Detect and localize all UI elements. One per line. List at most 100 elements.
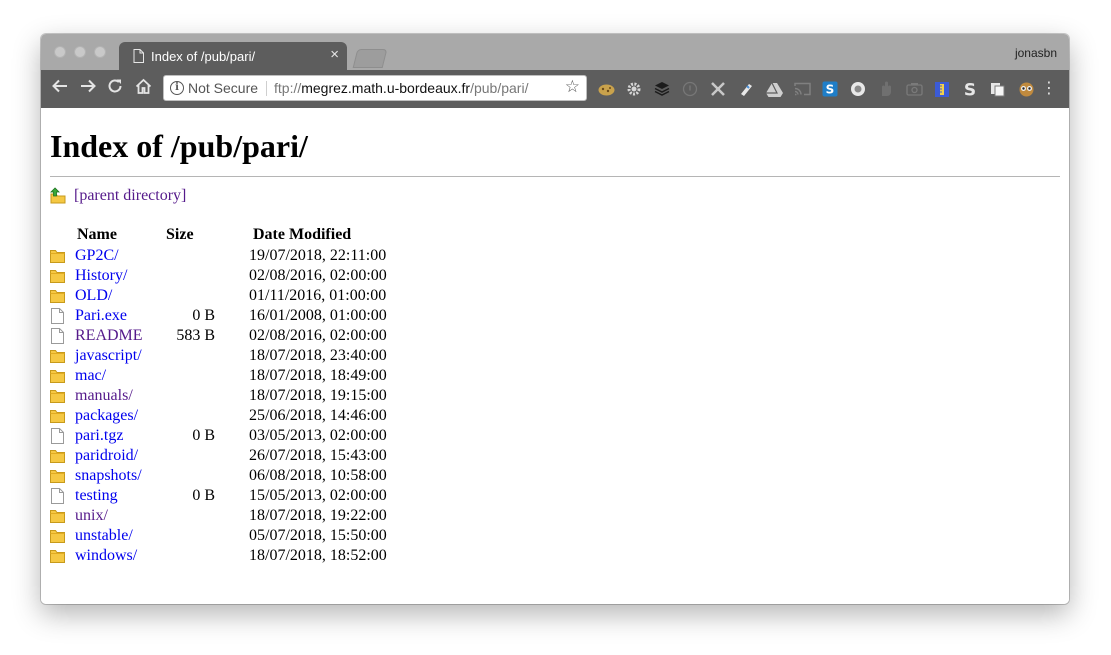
new-tab-button[interactable] bbox=[352, 49, 388, 68]
table-row: snapshots/06/08/2018, 10:58:00 bbox=[41, 466, 641, 486]
close-window-button[interactable] bbox=[54, 46, 66, 58]
folder-icon[interactable] bbox=[50, 508, 65, 528]
bookmark-star-icon[interactable]: ☆ bbox=[565, 77, 580, 97]
url-text[interactable]: ftp://megrez.math.u-bordeaux.fr/pub/pari… bbox=[274, 80, 528, 96]
entry-date: 18/07/2018, 18:52:00 bbox=[249, 547, 387, 564]
tab-close-icon[interactable]: × bbox=[330, 46, 339, 63]
table-row: paridroid/26/07/2018, 15:43:00 bbox=[41, 446, 641, 466]
camera-icon[interactable] bbox=[905, 80, 923, 98]
zoom-window-button[interactable] bbox=[94, 46, 106, 58]
entry-name-link[interactable]: snapshots/ bbox=[75, 467, 142, 485]
browser-toolbar: i Not Secure ftp://megrez.math.u-bordeau… bbox=[41, 70, 1069, 108]
table-row: History/02/08/2016, 02:00:00 bbox=[41, 266, 641, 286]
page-content: Index of /pub/pari/ [parent directory] N… bbox=[41, 108, 1069, 604]
folder-icon[interactable] bbox=[50, 408, 65, 428]
entry-name-link[interactable]: OLD/ bbox=[75, 287, 112, 305]
divider bbox=[50, 176, 1060, 177]
table-row: windows/18/07/2018, 18:52:00 bbox=[41, 546, 641, 566]
tag-icon[interactable] bbox=[737, 80, 755, 98]
parent-directory-link[interactable]: [parent directory] bbox=[74, 187, 186, 205]
table-row: pari.tgz 0 B 03/05/2013, 02:00:00 bbox=[41, 426, 641, 446]
back-icon[interactable] bbox=[49, 78, 71, 100]
browser-window: Index of /pub/pari/ × jonasbn i Not Secu… bbox=[41, 34, 1069, 604]
s-large-icon[interactable]: S bbox=[961, 80, 979, 98]
pages-icon[interactable] bbox=[989, 80, 1007, 98]
circle-outline-icon[interactable] bbox=[681, 80, 699, 98]
entry-date: 18/07/2018, 18:49:00 bbox=[249, 367, 387, 384]
entry-date: 25/06/2018, 14:46:00 bbox=[249, 407, 387, 424]
entry-date: 06/08/2018, 10:58:00 bbox=[249, 467, 387, 484]
svg-text:S: S bbox=[964, 81, 976, 97]
ruler-icon[interactable] bbox=[933, 80, 951, 98]
folder-icon[interactable] bbox=[50, 448, 65, 468]
active-tab[interactable]: Index of /pub/pari/ × bbox=[119, 42, 347, 70]
parent-folder-up-icon[interactable] bbox=[50, 187, 66, 209]
reload-icon[interactable] bbox=[104, 78, 126, 100]
folder-icon[interactable] bbox=[50, 388, 65, 408]
entry-date: 05/07/2018, 15:50:00 bbox=[249, 527, 387, 544]
drive-icon[interactable] bbox=[765, 80, 783, 98]
folder-icon[interactable] bbox=[50, 548, 65, 568]
s-box-icon[interactable]: S bbox=[821, 80, 839, 98]
url-scheme: ftp:// bbox=[274, 80, 302, 96]
table-row: testing 0 B 15/05/2013, 02:00:00 bbox=[41, 486, 641, 506]
page-icon bbox=[133, 49, 144, 68]
entry-name-link[interactable]: GP2C/ bbox=[75, 247, 119, 265]
entry-size: 0 B bbox=[192, 487, 215, 504]
column-header-name[interactable]: Name bbox=[77, 226, 117, 244]
entry-name-link[interactable]: testing bbox=[75, 487, 118, 505]
address-bar[interactable]: i Not Secure ftp://megrez.math.u-bordeau… bbox=[163, 75, 587, 101]
info-icon[interactable]: i bbox=[170, 81, 184, 95]
folder-icon[interactable] bbox=[50, 288, 65, 308]
entry-date: 02/08/2016, 02:00:00 bbox=[249, 327, 387, 344]
browser-menu-icon[interactable]: ⋮ bbox=[1041, 80, 1057, 98]
entry-name-link[interactable]: README bbox=[75, 327, 143, 345]
minimize-window-button[interactable] bbox=[74, 46, 86, 58]
folder-icon[interactable] bbox=[50, 268, 65, 288]
folder-icon[interactable] bbox=[50, 528, 65, 548]
circle-icon[interactable] bbox=[849, 80, 867, 98]
entry-name-link[interactable]: mac/ bbox=[75, 367, 106, 385]
table-row: manuals/18/07/2018, 19:15:00 bbox=[41, 386, 641, 406]
cast-icon[interactable] bbox=[793, 80, 811, 98]
entry-date: 02/08/2016, 02:00:00 bbox=[249, 267, 387, 284]
wrench-icon[interactable] bbox=[709, 80, 727, 98]
entry-name-link[interactable]: unix/ bbox=[75, 507, 108, 525]
owl-icon[interactable] bbox=[1017, 80, 1035, 98]
forward-icon[interactable] bbox=[77, 78, 99, 100]
tab-strip: Index of /pub/pari/ × jonasbn bbox=[41, 34, 1069, 70]
column-header-date[interactable]: Date Modified bbox=[253, 226, 351, 244]
table-row: Pari.exe 0 B 16/01/2008, 01:00:00 bbox=[41, 306, 641, 326]
profile-name[interactable]: jonasbn bbox=[1015, 46, 1057, 60]
entry-size: 0 B bbox=[192, 427, 215, 444]
entry-name-link[interactable]: packages/ bbox=[75, 407, 138, 425]
table-row: unstable/05/07/2018, 15:50:00 bbox=[41, 526, 641, 546]
entry-name-link[interactable]: windows/ bbox=[75, 547, 137, 565]
entry-name-link[interactable]: manuals/ bbox=[75, 387, 133, 405]
entry-name-link[interactable]: paridroid/ bbox=[75, 447, 138, 465]
page-title: Index of /pub/pari/ bbox=[50, 128, 308, 164]
entry-name-link[interactable]: History/ bbox=[75, 267, 127, 285]
entry-date: 18/07/2018, 23:40:00 bbox=[249, 347, 387, 364]
entry-name-link[interactable]: pari.tgz bbox=[75, 427, 123, 445]
entry-date: 16/01/2008, 01:00:00 bbox=[249, 307, 387, 324]
layers-icon[interactable] bbox=[653, 80, 671, 98]
folder-icon[interactable] bbox=[50, 368, 65, 388]
security-label[interactable]: Not Secure bbox=[188, 80, 258, 96]
entry-name-link[interactable]: Pari.exe bbox=[75, 307, 127, 325]
entry-name-link[interactable]: unstable/ bbox=[75, 527, 133, 545]
folder-icon[interactable] bbox=[50, 468, 65, 488]
gear-icon[interactable] bbox=[625, 80, 643, 98]
hand-icon[interactable] bbox=[877, 80, 895, 98]
folder-icon[interactable] bbox=[50, 348, 65, 368]
column-header-size[interactable]: Size bbox=[166, 226, 194, 244]
cookie-icon[interactable] bbox=[597, 80, 615, 98]
entry-size: 583 B bbox=[176, 327, 215, 344]
table-row: mac/18/07/2018, 18:49:00 bbox=[41, 366, 641, 386]
folder-icon[interactable] bbox=[50, 248, 65, 268]
entry-name-link[interactable]: javascript/ bbox=[75, 347, 142, 365]
entry-date: 18/07/2018, 19:15:00 bbox=[249, 387, 387, 404]
home-icon[interactable] bbox=[132, 78, 154, 100]
table-row: README 583 B 02/08/2016, 02:00:00 bbox=[41, 326, 641, 346]
entry-date: 15/05/2013, 02:00:00 bbox=[249, 487, 387, 504]
